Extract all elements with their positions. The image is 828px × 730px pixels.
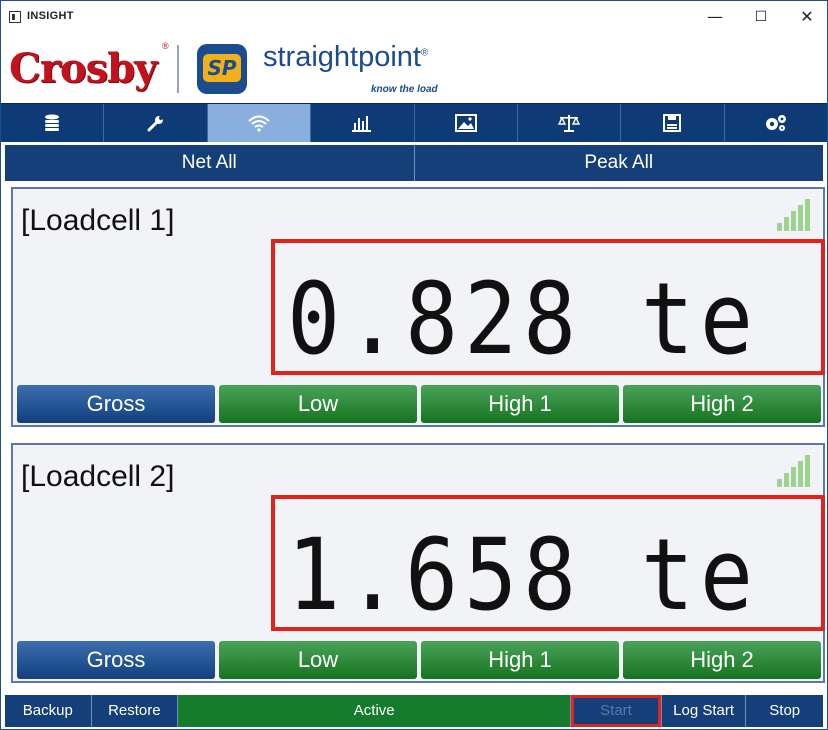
- logo-divider: [177, 45, 179, 93]
- app-window: INSIGHT — ☐ ✕ Crosby ® SP straightpoint®…: [0, 0, 828, 730]
- signal-strength-icon: [777, 453, 811, 487]
- start-button[interactable]: Start: [571, 695, 662, 727]
- low-button[interactable]: Low: [219, 641, 417, 679]
- logo-header: Crosby ® SP straightpoint® know the load: [1, 33, 827, 103]
- scale-icon: [557, 115, 581, 132]
- loadcell-name: [Loadcell 1]: [21, 204, 175, 237]
- log-start-button[interactable]: Log Start: [661, 695, 747, 727]
- straightpoint-badge-icon: SP: [197, 44, 247, 94]
- window-title: INSIGHT: [27, 10, 74, 22]
- main-navbar: [1, 103, 827, 142]
- loadcell-name: [Loadcell 2]: [21, 460, 175, 493]
- low-button[interactable]: Low: [219, 385, 417, 423]
- gross-button[interactable]: Gross: [17, 641, 215, 679]
- reading-highlight: 1.658 te: [271, 495, 825, 633]
- crosby-logo: Crosby: [9, 45, 157, 92]
- net-peak-bar: Net All Peak All: [5, 145, 823, 181]
- peak-all-button[interactable]: Peak All: [414, 145, 823, 181]
- bar-chart-icon: [352, 116, 372, 132]
- nav-settings-wrench[interactable]: [104, 104, 208, 142]
- signal-strength-icon: [777, 197, 811, 231]
- crosby-registered-mark: ®: [162, 41, 169, 51]
- close-button[interactable]: ✕: [787, 5, 827, 29]
- straightpoint-logo: straightpoint®: [263, 41, 428, 74]
- database-icon: [45, 114, 60, 131]
- reading-highlight: 0.828 te: [271, 239, 825, 377]
- gross-button[interactable]: Gross: [17, 385, 215, 423]
- high-2-button[interactable]: High 2: [623, 641, 821, 679]
- gears-icon: [765, 115, 786, 131]
- start-highlight: [571, 695, 661, 727]
- nav-scale[interactable]: [518, 104, 622, 142]
- loadcell-mode-buttons: Gross Low High 1 High 2: [17, 641, 821, 679]
- high-1-button[interactable]: High 1: [421, 385, 619, 423]
- high-1-button[interactable]: High 1: [421, 641, 619, 679]
- status-bar: Backup Restore Active Start Log Start St…: [5, 695, 824, 727]
- save-icon: [663, 114, 682, 132]
- wifi-icon: [248, 115, 270, 132]
- image-icon: [454, 114, 477, 132]
- nav-gears[interactable]: [725, 104, 827, 142]
- nav-chart[interactable]: [311, 104, 415, 142]
- sp-badge-text: SP: [203, 54, 241, 82]
- high-2-button[interactable]: High 2: [623, 385, 821, 423]
- tagline: know the load: [371, 84, 438, 95]
- nav-save[interactable]: [621, 104, 725, 142]
- loadcell-panel-2: [Loadcell 2] 1.658 te Gross Low High 1 H…: [11, 443, 825, 683]
- wrench-icon: [147, 116, 163, 132]
- loadcell-reading: 1.658 te: [287, 517, 759, 633]
- loadcell-panel-1: [Loadcell 1] 0.828 te Gross Low High 1 H…: [11, 187, 825, 427]
- maximize-button[interactable]: ☐: [741, 5, 781, 29]
- restore-button[interactable]: Restore: [91, 695, 179, 727]
- app-icon: [9, 11, 21, 23]
- nav-wireless[interactable]: [207, 104, 312, 142]
- stop-button[interactable]: Stop: [746, 695, 824, 727]
- loadcell-mode-buttons: Gross Low High 1 High 2: [17, 385, 821, 423]
- loadcell-reading: 0.828 te: [287, 261, 759, 377]
- backup-button[interactable]: Backup: [5, 695, 92, 727]
- nav-image[interactable]: [415, 104, 518, 142]
- straightpoint-registered-mark: ®: [421, 47, 429, 59]
- net-all-button[interactable]: Net All: [5, 145, 415, 181]
- connection-status: Active: [178, 695, 572, 727]
- straightpoint-logo-text: straightpoint: [263, 41, 421, 73]
- title-bar: INSIGHT — ☐ ✕: [1, 1, 827, 33]
- nav-database[interactable]: [1, 104, 105, 142]
- minimize-button[interactable]: —: [695, 5, 735, 29]
